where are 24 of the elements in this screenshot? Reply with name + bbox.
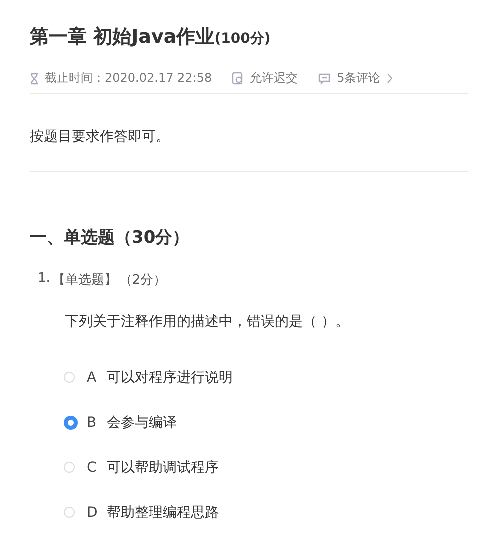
hourglass-icon (30, 72, 39, 84)
option-text[interactable]: 可以帮助调试程序 (107, 458, 219, 476)
option-letter: B (87, 414, 98, 430)
option-letter: A (87, 370, 98, 386)
assignment-title: 第一章 初始Java作业 (30, 25, 215, 50)
option-text[interactable]: 会参与编译 (107, 414, 177, 432)
question-number: 1. (38, 271, 50, 288)
document-icon (232, 72, 244, 85)
option-text[interactable]: 可以对程序进行说明 (107, 368, 233, 386)
question-type: 【单选题】 (52, 272, 118, 289)
chevron-right-icon[interactable] (386, 73, 393, 84)
question-points: （2分） (119, 272, 167, 289)
option-letter: D (87, 504, 99, 520)
option-text[interactable]: 帮助整理编程思路 (107, 504, 219, 522)
section-heading: 一、单选题（30分） (30, 227, 191, 249)
comments-link[interactable]: 5条评论 (337, 70, 381, 87)
radio-button[interactable] (64, 416, 78, 430)
comment-icon (318, 72, 332, 84)
assignment-score: (100分) (214, 30, 271, 48)
question-text: 下列关于注释作用的描述中，错误的是（ ）。 (65, 313, 350, 331)
meta-text: 截止时间：2020.02.17 22:58 (45, 70, 212, 87)
meta-text: 允许迟交 (250, 70, 298, 87)
option-letter: C (87, 460, 98, 476)
assignment-description: 按题目要求作答即可。 (30, 128, 171, 146)
